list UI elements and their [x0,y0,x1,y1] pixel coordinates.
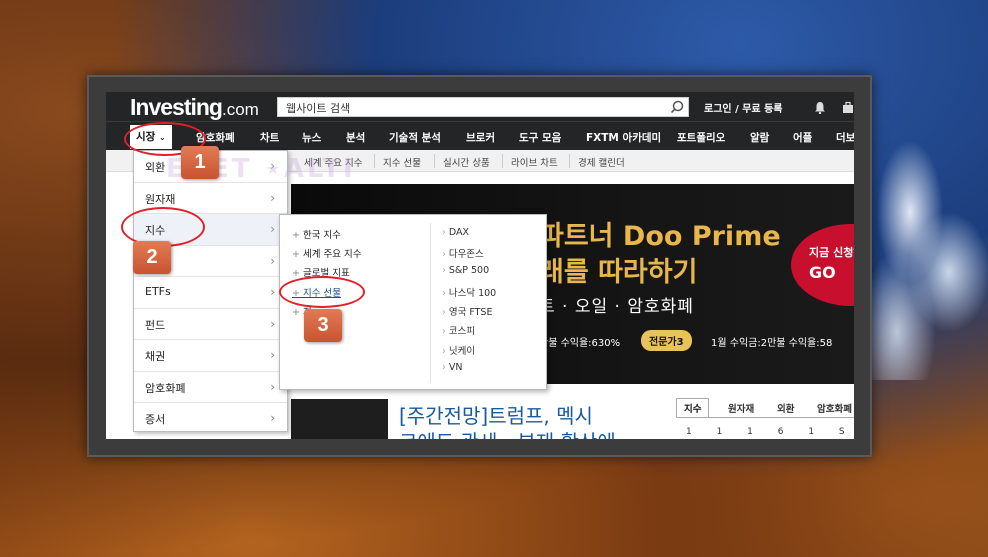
highlight-circle-3 [279,276,365,308]
search-placeholder: 웹사이트 검색 [286,102,351,115]
subnav-live-charts[interactable]: 라이브 차트 [511,155,558,169]
logo-suffix: .com [221,100,259,119]
step-badge-2: 2 [133,241,171,274]
submenu-dow-jones[interactable]: 다우존스 [442,246,484,260]
markets-dropdown: 외환 › 원자재 › 지수 › › ETFs › 펀드 › 채권 › 암호화폐 › 증서 › [133,150,288,432]
dropdown-item-etfs[interactable]: ETFs › [134,277,287,309]
nav-more[interactable]: 더보 [836,130,854,145]
banner-subtitle-2: 트 · 오일 · 암호화폐 [539,297,694,317]
submenu-nikkei[interactable]: 닛케이 [442,343,475,357]
tab-forex[interactable]: 외환 [777,401,794,415]
submenu-ftse[interactable]: 영국 FTSE [442,304,493,318]
submenu-korea-indices[interactable]: 한국 지수 [292,227,341,241]
submenu-nasdaq100[interactable]: 나스닥 100 [442,285,496,299]
dropdown-item-funds[interactable]: 펀드 › [134,309,287,340]
market-table-row: 1 1 1 6 1 S [686,427,854,437]
banner-stat-2: 1월 수익금:2만불 수익율:58 [711,338,833,349]
banner-subtitle: 래를 따라하기 [539,257,698,288]
chevron-right-icon: › [270,411,275,425]
tab-commodities[interactable]: 원자재 [728,401,754,415]
chevron-right-icon: › [270,316,275,331]
step-badge-3: 3 [304,309,342,342]
subnav-divider [434,154,435,168]
dropdown-item-label: 증서 [145,413,166,426]
submenu-dax[interactable]: DAX [442,227,469,238]
search-icon[interactable] [670,100,684,114]
dropdown-item-label: 암호화폐 [145,381,186,395]
banner-cta-text: 지금 신청해 [809,246,854,259]
logo-text: Investing [130,94,223,120]
dropdown-item-label: 채권 [145,350,166,363]
submenu-vn[interactable]: VN [442,362,463,373]
subnav-economic-calendar[interactable]: 경제 캘린더 [578,155,625,169]
submenu-kospi[interactable]: 코스피 [442,323,475,337]
news-headline-line-2[interactable]: 코에도 관세…부재 확산에 [399,426,616,439]
nav-tools[interactable]: 도구 모음 [519,130,561,145]
chevron-right-icon: › [270,190,275,205]
banner-cta-button[interactable]: 지금 신청해 GO [791,224,854,306]
dropdown-item-label: 원자재 [145,192,176,206]
dropdown-item-crypto[interactable]: 암호화폐 › [134,372,287,403]
banner-cta-go: GO [809,263,836,282]
chevron-right-icon: › [270,285,275,299]
chevron-right-icon: › [270,348,275,362]
chevron-right-icon: › [270,253,275,268]
login-link[interactable]: 로그인 / 무료 등록 [704,100,783,115]
tab-divider [676,417,854,418]
dropdown-item-bonds[interactable]: 채권 › [134,340,287,372]
tab-indices[interactable]: 지수 [676,398,710,417]
nav-brokers[interactable]: 브로커 [466,130,495,145]
news-thumbnail[interactable] [291,399,388,439]
nav-news[interactable]: 뉴스 [302,130,321,145]
chevron-right-icon: › [270,379,275,394]
search-input[interactable]: 웹사이트 검색 [277,97,689,117]
dropdown-item-label: ETFs [145,285,171,298]
subnav-index-futures[interactable]: 지수 선물 [383,155,421,169]
dropdown-item-certificates[interactable]: 증서 › [134,403,287,435]
nav-apps[interactable]: 어플 [793,130,812,145]
nav-technical[interactable]: 기술적 분석 [389,130,441,145]
background-clouds [858,140,988,380]
subnav-realtime-commodities[interactable]: 실시간 상품 [443,155,490,169]
browser-screen: Investing.com 웹사이트 검색 로그인 / 무료 등록 시장 ⌄ 암… [106,92,854,439]
main-nav: 시장 ⌄ 암호화폐 차트 뉴스 분석 기술적 분석 브로커 도구 모음 FXTM… [106,121,854,150]
top-bar: Investing.com 웹사이트 검색 로그인 / 무료 등록 [106,92,854,121]
market-tabs: 지수 원자재 외환 암호화폐 [676,398,854,418]
submenu-world-indices[interactable]: 세계 주요 지수 [292,246,361,260]
site-logo[interactable]: Investing.com [130,94,259,121]
portfolio-icon[interactable] [842,101,854,114]
nav-academy[interactable]: FXTM 아카데미 [586,130,661,145]
subnav-divider [502,154,503,168]
subnav-divider [374,154,375,168]
submenu-divider [430,223,431,383]
dropdown-item-label: 외환 [145,161,166,174]
chevron-right-icon: › [270,222,275,236]
dropdown-item-label: 펀드 [145,318,166,332]
nav-analysis[interactable]: 분석 [346,130,365,145]
nav-portfolio[interactable]: 포트폴리오 [677,130,725,145]
banner-title: 파트너 Doo Prime [539,221,781,252]
nav-alerts[interactable]: 알람 [750,130,769,145]
nav-charts[interactable]: 차트 [260,130,279,145]
subnav-divider [569,154,570,168]
tab-crypto[interactable]: 암호화폐 [817,401,852,415]
banner-badge: 전문가3 [641,330,692,351]
step-badge-1: 1 [181,146,219,179]
news-headline-line-1[interactable]: [주간전망]트럼프, 멕시 [399,400,593,429]
bell-icon[interactable] [814,101,826,114]
submenu-sp500[interactable]: S&P 500 [442,265,489,276]
banner-stat-1: 만불 수익율:630% [539,338,621,349]
